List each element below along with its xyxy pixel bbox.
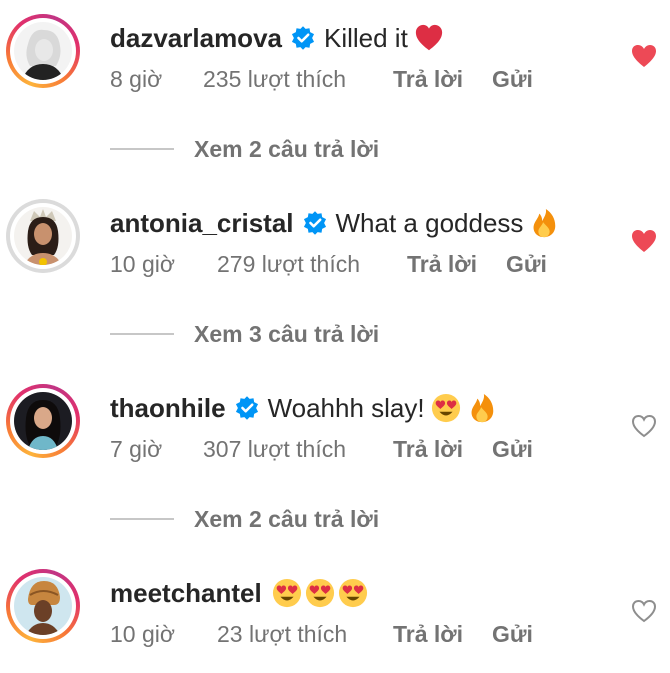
verified-badge-icon	[234, 395, 260, 421]
view-replies-link[interactable]: Xem 2 câu trả lời	[110, 134, 379, 164]
heart-icon[interactable]	[631, 44, 657, 68]
heart-eyes-emoji-icon	[305, 578, 335, 608]
heart-eyes-emoji-icon	[431, 393, 461, 423]
heart-eyes-emoji-icon	[272, 578, 302, 608]
like-count[interactable]: 235 lượt thích	[203, 66, 346, 93]
heart-outline-icon[interactable]	[631, 599, 657, 623]
comment-text: Killed it	[323, 22, 408, 53]
username[interactable]: dazvarlamova	[110, 23, 282, 54]
comment-line: antonia_cristal What a goddess	[110, 205, 559, 241]
divider	[110, 518, 174, 520]
heart-eyes-emoji-icon	[338, 578, 368, 608]
send-button[interactable]: Gửi	[506, 251, 547, 278]
comment-line: thaonhile Woahhh slay!	[110, 390, 497, 426]
reply-button[interactable]: Trả lời	[393, 436, 463, 463]
reply-button[interactable]: Trả lời	[393, 66, 463, 93]
send-button[interactable]: Gửi	[492, 621, 533, 648]
timestamp: 7 giờ	[110, 436, 163, 462]
view-replies-link[interactable]: Xem 2 câu trả lời	[110, 504, 379, 534]
timestamp: 10 giờ	[110, 251, 175, 277]
username[interactable]: antonia_cristal	[110, 208, 294, 239]
comment-text: What a goddess	[335, 207, 524, 238]
heart-icon[interactable]	[631, 229, 657, 253]
verified-badge-icon	[290, 25, 316, 51]
avatar[interactable]	[6, 199, 80, 273]
reply-button[interactable]: Trả lời	[407, 251, 477, 278]
like-count[interactable]: 279 lượt thích	[217, 251, 360, 278]
avatar[interactable]	[6, 14, 80, 88]
reply-button[interactable]: Trả lời	[393, 621, 463, 648]
send-button[interactable]: Gửi	[492, 66, 533, 93]
view-replies-label: Xem 3 câu trả lời	[194, 320, 380, 347]
fire-emoji-icon	[529, 208, 559, 238]
red-heart-emoji-icon	[414, 23, 444, 53]
like-count[interactable]: 307 lượt thích	[203, 436, 346, 463]
timestamp: 8 giờ	[110, 66, 163, 92]
comment-text: Woahhh slay!	[267, 392, 425, 423]
fire-emoji-icon	[467, 393, 497, 423]
comment-line: dazvarlamova Killed it	[110, 20, 444, 56]
heart-outline-icon[interactable]	[631, 414, 657, 438]
like-count[interactable]: 23 lượt thích	[217, 621, 347, 648]
view-replies-label: Xem 2 câu trả lời	[194, 505, 380, 532]
username[interactable]: meetchantel	[110, 578, 262, 609]
view-replies-label: Xem 2 câu trả lời	[194, 135, 380, 162]
divider	[110, 333, 174, 335]
view-replies-link[interactable]: Xem 3 câu trả lời	[110, 319, 379, 349]
divider	[110, 148, 174, 150]
send-button[interactable]: Gửi	[492, 436, 533, 463]
timestamp: 10 giờ	[110, 621, 175, 647]
comment-line: meetchantel	[110, 575, 368, 611]
avatar[interactable]	[6, 384, 80, 458]
verified-badge-icon	[302, 210, 328, 236]
avatar[interactable]	[6, 569, 80, 643]
username[interactable]: thaonhile	[110, 393, 226, 424]
